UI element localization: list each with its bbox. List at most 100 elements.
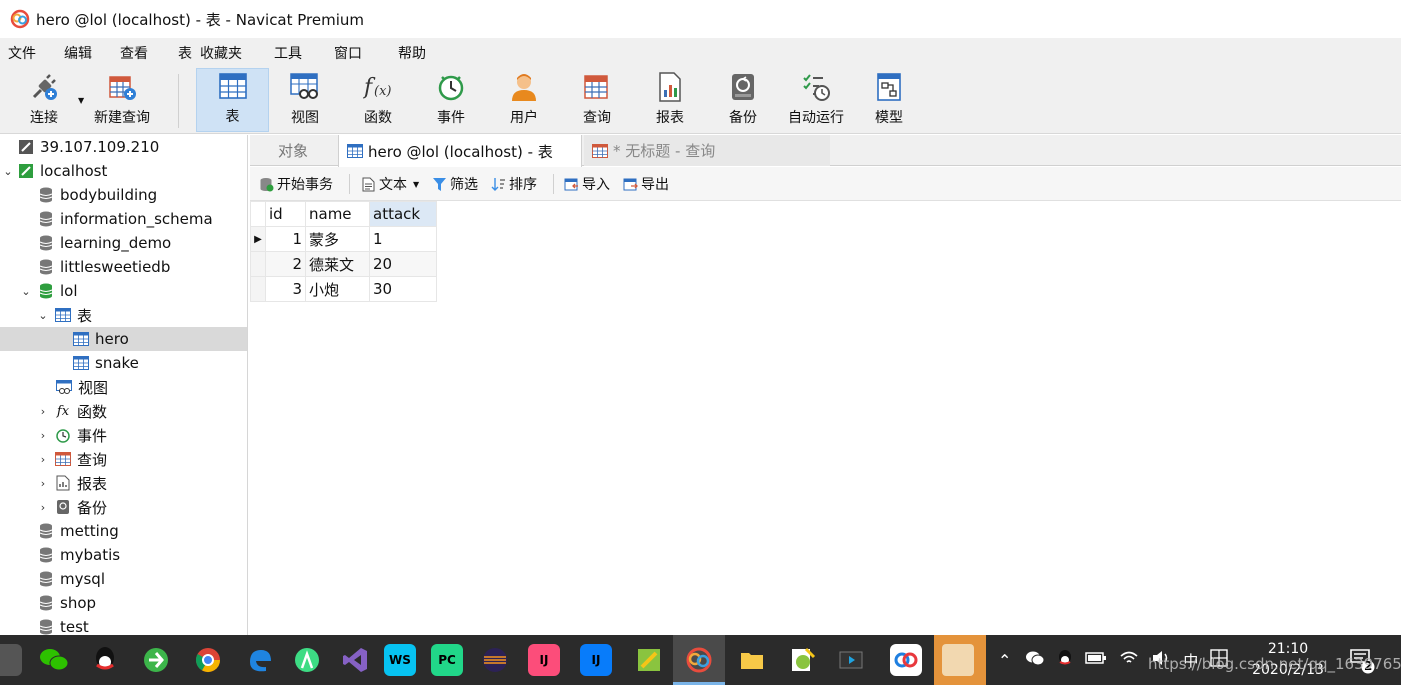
chevron-down-icon[interactable]: ⌄	[20, 285, 32, 298]
connect-dropdown-icon[interactable]: ▼	[78, 96, 84, 105]
backup-button[interactable]: 备份	[708, 68, 778, 132]
tree-backups-folder[interactable]: › 备份	[0, 495, 247, 519]
cell-id[interactable]: 2	[265, 251, 306, 277]
chevron-right-icon[interactable]: ›	[37, 501, 49, 514]
table-button[interactable]: 表	[196, 68, 269, 132]
tree-database[interactable]: metting	[0, 519, 247, 543]
cell-name[interactable]: 小炮	[305, 276, 370, 302]
chevron-right-icon[interactable]: ›	[37, 405, 49, 418]
tab-hero-table[interactable]: hero @lol (localhost) - 表	[338, 135, 582, 167]
chevron-right-icon[interactable]: ›	[37, 477, 49, 490]
user-button[interactable]: 用户	[489, 68, 559, 132]
tree-database-lol[interactable]: ⌄ lol	[0, 279, 247, 303]
chevron-right-icon[interactable]: ›	[37, 453, 49, 466]
table-row[interactable]: 2 德莱文 20	[250, 251, 437, 277]
tree-database[interactable]: mybatis	[0, 543, 247, 567]
cell-attack[interactable]: 30	[369, 276, 437, 302]
model-button[interactable]: 模型	[854, 68, 924, 132]
export-button[interactable]: 导出	[622, 167, 669, 201]
tree-reports-folder[interactable]: › 报表	[0, 471, 247, 495]
tree-database[interactable]: shop	[0, 591, 247, 615]
tab-objects[interactable]: 对象	[250, 135, 336, 166]
cell-name[interactable]: 德莱文	[305, 251, 370, 277]
chevron-up-icon[interactable]: ⌃	[990, 651, 1019, 670]
qq-tray-icon[interactable]	[1051, 649, 1079, 671]
visual-studio-icon[interactable]	[339, 644, 371, 676]
notepad-plus-icon[interactable]	[786, 644, 818, 676]
wifi-icon[interactable]	[1113, 650, 1145, 670]
menu-table[interactable]: 表	[156, 43, 196, 63]
automation-button[interactable]: 自动运行	[781, 68, 851, 132]
edge-icon[interactable]	[244, 644, 276, 676]
tree-database[interactable]: bodybuilding	[0, 183, 247, 207]
column-header-id[interactable]: id	[265, 201, 306, 227]
pycharm-icon[interactable]: PC	[431, 644, 463, 676]
import-button[interactable]: 导入	[563, 167, 610, 201]
menu-favorites[interactable]: 收藏夹	[196, 43, 250, 63]
event-button[interactable]: 事件	[416, 68, 486, 132]
android-studio-icon[interactable]	[291, 644, 323, 676]
table-row[interactable]: ▶ 1 蒙多 1	[250, 226, 437, 252]
baidu-netdisk-icon[interactable]	[890, 644, 922, 676]
menu-help[interactable]: 帮助	[370, 43, 434, 63]
wechat-icon[interactable]	[38, 644, 70, 676]
tree-views-folder[interactable]: 视图	[0, 375, 247, 399]
tree-queries-folder[interactable]: › 查询	[0, 447, 247, 471]
table-row[interactable]: 3 小炮 30	[250, 276, 437, 302]
navicat-icon[interactable]	[683, 644, 715, 676]
tree-table-snake[interactable]: snake	[0, 351, 247, 375]
text-button[interactable]: 文本 ▼	[360, 167, 419, 201]
webstorm-icon[interactable]: WS	[384, 644, 416, 676]
tree-tables-folder[interactable]: ⌄ 表	[0, 303, 247, 327]
media-player-icon[interactable]	[835, 644, 867, 676]
tree-database[interactable]: information_schema	[0, 207, 247, 231]
connect-button[interactable]: 连接	[18, 68, 70, 132]
file-explorer-icon[interactable]	[736, 644, 768, 676]
qq-icon[interactable]	[89, 644, 121, 676]
cell-id[interactable]: 1	[265, 226, 306, 252]
menu-tools[interactable]: 工具	[250, 43, 310, 63]
chrome-icon[interactable]	[192, 644, 224, 676]
app-icon[interactable]	[0, 644, 22, 676]
document-icon	[360, 176, 376, 192]
tree-database[interactable]: littlesweetiedb	[0, 255, 247, 279]
menu-view[interactable]: 查看	[100, 43, 156, 63]
eclipse-icon[interactable]	[479, 644, 511, 676]
game-avatar-icon[interactable]	[942, 644, 974, 676]
cell-name[interactable]: 蒙多	[305, 226, 370, 252]
report-button[interactable]: 报表	[635, 68, 705, 132]
begin-transaction-button[interactable]: 开始事务	[258, 167, 333, 201]
intellij-icon[interactable]: IJ	[528, 644, 560, 676]
column-header-attack[interactable]: attack	[369, 201, 437, 227]
new-query-button[interactable]: 新建查询	[88, 68, 156, 132]
app-icon[interactable]	[633, 644, 665, 676]
intellij-edu-icon[interactable]: IJ	[580, 644, 612, 676]
chevron-down-icon[interactable]: ⌄	[2, 165, 14, 178]
tree-database[interactable]: mysql	[0, 567, 247, 591]
cell-attack[interactable]: 20	[369, 251, 437, 277]
view-button[interactable]: 视图	[270, 68, 340, 132]
chevron-down-icon[interactable]: ⌄	[37, 309, 49, 322]
function-button[interactable]: f (x) 函数	[343, 68, 413, 132]
filter-button[interactable]: 筛选	[431, 167, 478, 201]
battery-icon[interactable]	[1079, 651, 1113, 669]
menu-file[interactable]: 文件	[0, 43, 44, 63]
query-button[interactable]: 查询	[562, 68, 632, 132]
tree-connection-localhost[interactable]: ⌄ localhost	[0, 159, 247, 183]
chevron-right-icon[interactable]: ›	[37, 429, 49, 442]
tab-untitled-query[interactable]: * 无标题 - 查询	[584, 135, 830, 166]
tree-events-folder[interactable]: › 事件	[0, 423, 247, 447]
tree-database[interactable]: learning_demo	[0, 231, 247, 255]
column-header-name[interactable]: name	[305, 201, 370, 227]
tree-functions-folder[interactable]: › fx 函数	[0, 399, 247, 423]
browser-360-icon[interactable]	[140, 644, 172, 676]
cell-id[interactable]: 3	[265, 276, 306, 302]
menu-window[interactable]: 窗口	[310, 43, 370, 63]
menu-edit[interactable]: 编辑	[44, 43, 100, 63]
tree-database[interactable]: test	[0, 615, 247, 635]
tree-connection-remote[interactable]: 39.107.109.210	[0, 135, 247, 159]
wechat-tray-icon[interactable]	[1019, 650, 1051, 670]
cell-attack[interactable]: 1	[369, 226, 437, 252]
sort-button[interactable]: 排序	[490, 167, 537, 201]
tree-table-hero[interactable]: hero	[0, 327, 247, 351]
